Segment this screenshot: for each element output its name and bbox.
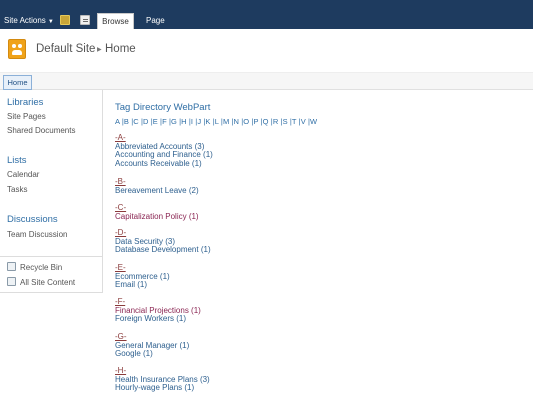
ql-divider bbox=[0, 256, 103, 257]
site-actions-menu[interactable]: Site Actions ▼ bbox=[4, 16, 54, 25]
ribbon-bar: Site Actions ▼ Browse Page bbox=[0, 0, 533, 29]
ql-item-calendar[interactable]: Calendar bbox=[7, 170, 39, 179]
tag-link[interactable]: Database Development (1) bbox=[115, 246, 211, 255]
recycle-bin-label: Recycle Bin bbox=[20, 263, 63, 272]
tag-link[interactable]: Accounts Receivable (1) bbox=[115, 159, 213, 169]
recycle-bin-link[interactable]: Recycle Bin bbox=[7, 262, 62, 272]
site-title-link[interactable]: Default Site bbox=[36, 43, 95, 55]
site-actions-label: Site Actions bbox=[4, 16, 46, 25]
page-title: Home bbox=[105, 43, 136, 55]
tag-group-g: -G- General Manager (1) Google (1) bbox=[115, 332, 189, 359]
site-logo-icon[interactable] bbox=[8, 39, 26, 59]
tag-link[interactable]: Email (1) bbox=[115, 281, 170, 290]
ql-heading-discussions[interactable]: Discussions bbox=[7, 214, 58, 225]
all-site-content-label: All Site Content bbox=[20, 278, 76, 287]
tag-group-f: -F- Financial Projections (1) Foreign Wo… bbox=[115, 297, 201, 324]
tab-browse[interactable]: Browse bbox=[97, 13, 134, 29]
tag-group-h: -H- Health Insurance Plans (3) Hourly-wa… bbox=[115, 366, 210, 393]
tag-group-c: -C- Capitalization Policy (1) bbox=[115, 203, 199, 222]
breadcrumb-arrow-icon: ▶ bbox=[97, 47, 102, 53]
webpart-title: Tag Directory WebPart bbox=[115, 102, 211, 113]
tag-link[interactable]: Google (1) bbox=[115, 350, 189, 359]
tag-group-e: -E- Ecommerce (1) Email (1) bbox=[115, 263, 170, 290]
topnav-home-tab[interactable]: Home bbox=[3, 75, 32, 90]
chevron-down-icon: ▼ bbox=[47, 19, 54, 25]
tag-group-d: -D- Data Security (3) Database Developme… bbox=[115, 228, 211, 255]
navigate-up-icon[interactable] bbox=[60, 15, 70, 25]
top-navigation: Home bbox=[0, 72, 533, 90]
recycle-bin-icon bbox=[7, 262, 16, 271]
quick-launch: Libraries Site Pages Shared Documents Li… bbox=[0, 90, 103, 293]
ql-heading-lists[interactable]: Lists bbox=[7, 155, 27, 166]
tag-link[interactable]: Bereavement Leave (2) bbox=[115, 186, 199, 196]
tag-link[interactable]: Capitalization Policy (1) bbox=[115, 212, 199, 222]
all-site-content-link[interactable]: All Site Content bbox=[7, 277, 75, 287]
ql-item-site-pages[interactable]: Site Pages bbox=[7, 112, 46, 121]
tag-link[interactable]: Hourly-wage Plans (1) bbox=[115, 384, 210, 393]
tag-group-a: -A- Abbreviated Accounts (3) Accounting … bbox=[115, 133, 213, 169]
tab-page[interactable]: Page bbox=[146, 16, 165, 25]
edit-page-icon[interactable] bbox=[80, 15, 90, 25]
ql-item-shared-documents[interactable]: Shared Documents bbox=[7, 126, 75, 135]
ql-item-tasks[interactable]: Tasks bbox=[7, 185, 27, 194]
ql-item-team-discussion[interactable]: Team Discussion bbox=[7, 230, 67, 239]
tag-link[interactable]: Foreign Workers (1) bbox=[115, 315, 201, 324]
tag-group-b: -B- Bereavement Leave (2) bbox=[115, 177, 199, 196]
ql-heading-libraries[interactable]: Libraries bbox=[7, 97, 43, 108]
alphabet-filter[interactable]: A |B |C |D |E |F |G |H |I |J |K |L |M |N… bbox=[115, 117, 317, 126]
all-site-content-icon bbox=[7, 277, 16, 286]
